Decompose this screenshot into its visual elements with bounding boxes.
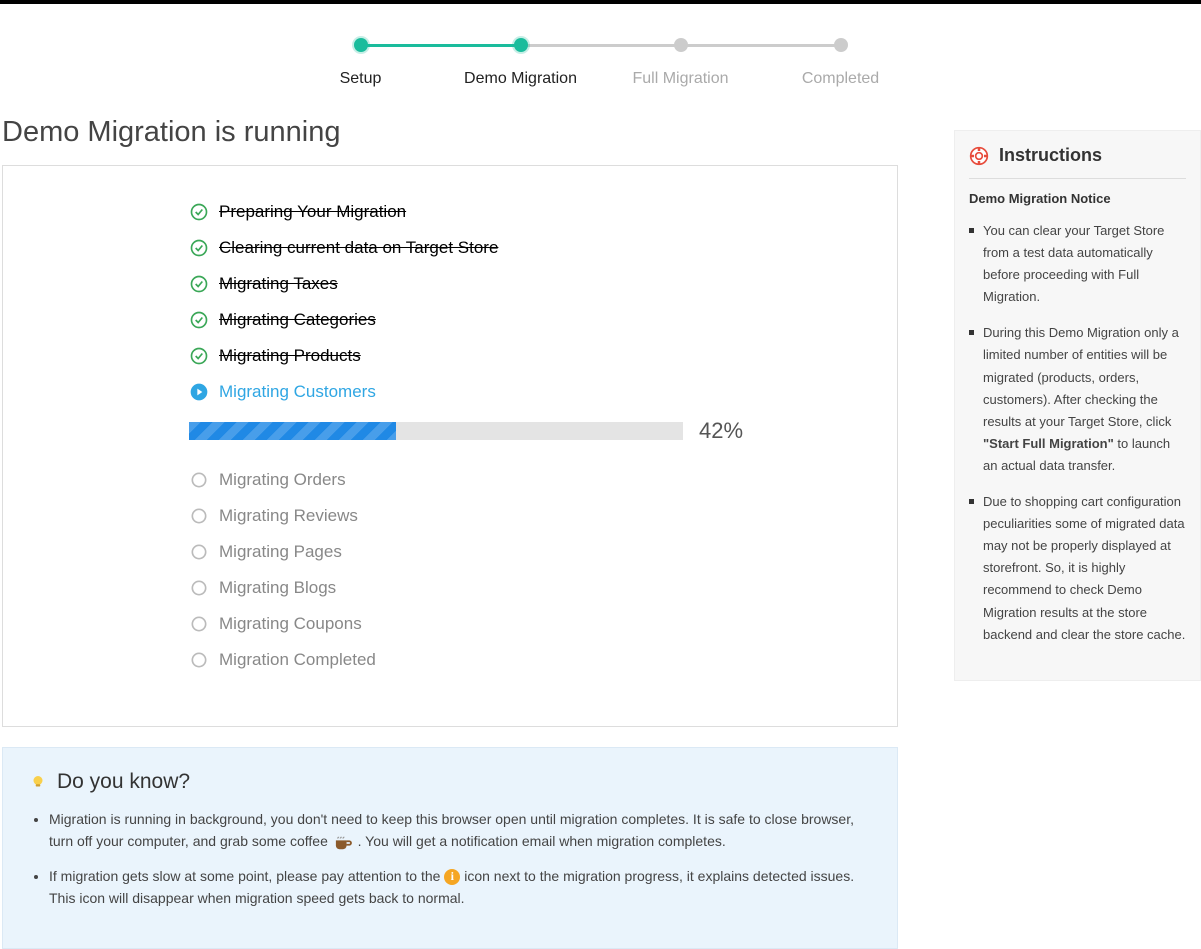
tip-item: If migration gets slow at some point, pl… [49, 865, 871, 910]
check-circle-icon [189, 310, 209, 330]
progress-bar [189, 422, 683, 440]
progress-fill [189, 422, 396, 440]
coffee-icon [332, 835, 354, 851]
task-label: Migrating Pages [219, 542, 342, 562]
lightbulb-icon [29, 773, 47, 791]
progress-row: 42% [189, 418, 897, 444]
step-label: Completed [802, 70, 879, 88]
circle-icon [189, 506, 209, 526]
task-row: Migrating Products [189, 346, 897, 366]
instructions-subtitle: Demo Migration Notice [969, 191, 1186, 206]
check-circle-icon [189, 238, 209, 258]
task-row: Migration Completed [189, 650, 897, 670]
task-label: Migrating Taxes [219, 274, 338, 294]
task-label: Migrating Categories [219, 310, 376, 330]
task-label: Clearing current data on Target Store [219, 238, 498, 258]
circle-icon [189, 470, 209, 490]
task-row: Migrating Blogs [189, 578, 897, 598]
task-label: Migrating Coupons [219, 614, 362, 634]
task-label: Migrating Reviews [219, 506, 358, 526]
task-row: Migrating Orders [189, 470, 897, 490]
step-label: Full Migration [632, 70, 728, 88]
task-row: Migrating Reviews [189, 506, 897, 526]
check-circle-icon [189, 274, 209, 294]
step-line [681, 44, 841, 47]
task-label: Migrating Blogs [219, 578, 336, 598]
task-row: Migrating Taxes [189, 274, 897, 294]
circle-icon [189, 650, 209, 670]
task-label: Preparing Your Migration [219, 202, 406, 222]
task-label: Migrating Customers [219, 382, 376, 402]
instructions-title-text: Instructions [999, 145, 1102, 166]
instructions-title: Instructions [969, 145, 1186, 179]
play-circle-icon [189, 382, 209, 402]
tip-item: Migration is running in background, you … [49, 808, 871, 853]
instruction-text: During this Demo Migration only a limite… [983, 325, 1179, 428]
task-row: Migrating Customers [189, 382, 897, 402]
tip-text: . You will get a notification email when… [354, 833, 726, 849]
task-row: Migrating Coupons [189, 614, 897, 634]
tipbox: Do you know? Migration is running in bac… [2, 747, 898, 949]
task-label: Migrating Orders [219, 470, 346, 490]
step-setup[interactable]: Setup [281, 38, 441, 88]
task-row: Migrating Categories [189, 310, 897, 330]
step-dot [834, 38, 848, 52]
step-dot [354, 38, 368, 52]
task-label: Migration Completed [219, 650, 376, 670]
instruction-item: During this Demo Migration only a limite… [969, 322, 1186, 477]
tip-text: If migration gets slow at some point, pl… [49, 868, 444, 884]
step-line [361, 44, 521, 47]
migration-panel: Preparing Your Migration Clearing current… [2, 165, 898, 727]
progress-percent: 42% [699, 418, 743, 444]
step-label: Setup [340, 70, 382, 88]
page-title: Demo Migration is running [2, 116, 914, 149]
step-dot [514, 38, 528, 52]
stepper: Setup Demo Migration Full Migration Complet… [0, 4, 1201, 116]
step-label: Demo Migration [464, 70, 577, 88]
step-line [521, 44, 681, 47]
instructions-sidebar: Instructions Demo Migration Notice You c… [954, 130, 1201, 681]
instruction-item: You can clear your Target Store from a t… [969, 220, 1186, 308]
circle-icon [189, 614, 209, 634]
check-circle-icon [189, 346, 209, 366]
circle-icon [189, 542, 209, 562]
lifebuoy-icon [969, 146, 989, 166]
task-row: Preparing Your Migration [189, 202, 897, 222]
task-row: Migrating Pages [189, 542, 897, 562]
circle-icon [189, 578, 209, 598]
instruction-item: Due to shopping cart configuration pecul… [969, 491, 1186, 646]
task-label: Migrating Products [219, 346, 361, 366]
tipbox-title: Do you know? [29, 770, 871, 794]
tipbox-title-text: Do you know? [57, 770, 190, 794]
check-circle-icon [189, 202, 209, 222]
info-icon: i [444, 869, 460, 885]
task-row: Clearing current data on Target Store [189, 238, 897, 258]
instruction-bold: "Start Full Migration" [983, 436, 1114, 451]
step-dot [674, 38, 688, 52]
